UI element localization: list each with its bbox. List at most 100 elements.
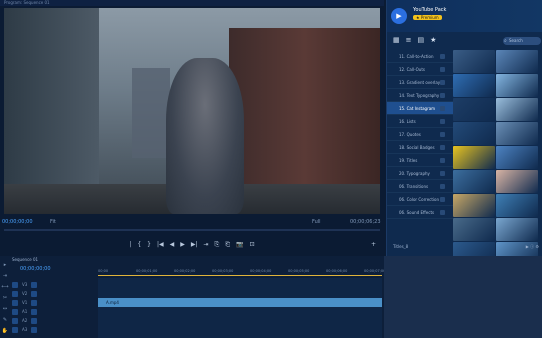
file-icon[interactable]: ▤	[418, 36, 425, 44]
lock-track-icon[interactable]	[12, 317, 18, 324]
track-area[interactable]: A.mp4	[98, 278, 382, 338]
toggle-output-icon[interactable]	[31, 326, 38, 333]
category-count-badge	[440, 145, 445, 150]
template-thumbnail[interactable]	[453, 146, 495, 169]
list-icon[interactable]: ≡	[406, 36, 412, 44]
track-select-icon[interactable]: ⇥	[3, 273, 7, 279]
timeline-panel: Sequence 01 00;00;00;00 00;00 00;00;01;00…	[0, 256, 542, 338]
playhead-timecode[interactable]: 00;00;00;00	[2, 217, 33, 227]
category-count-badge	[440, 93, 445, 98]
sequence-tab[interactable]: Sequence 01	[12, 257, 38, 262]
safe-margins-button[interactable]: ⊡	[250, 239, 255, 251]
step-back-button[interactable]: ◀	[170, 239, 175, 251]
mark-out-bracket-button[interactable]: }	[147, 239, 151, 251]
category-item[interactable]: 19. Titles	[387, 154, 453, 167]
category-item[interactable]: 06. Color Correction	[387, 193, 453, 206]
track-headers: V3 V2 V1 A1 A2 A3	[12, 280, 96, 338]
category-label: 20. Typography	[399, 171, 430, 176]
timeline-timecode[interactable]: 00;00;00;00	[20, 266, 51, 272]
zoom-fit-select[interactable]: Fit	[50, 217, 56, 227]
clip-label: A.mp4	[106, 300, 119, 305]
template-thumbnail[interactable]	[496, 170, 538, 193]
category-item[interactable]: 06. Sound Effects	[387, 206, 453, 219]
template-thumbnail[interactable]	[496, 218, 538, 241]
lock-track-icon[interactable]	[12, 281, 18, 288]
scrub-bar[interactable]	[4, 229, 380, 231]
toggle-output-icon[interactable]	[31, 317, 38, 324]
mark-in-button[interactable]: |	[129, 239, 131, 251]
export-frame-icon[interactable]: 📷	[236, 239, 243, 251]
search-input[interactable]: ⌕ Search	[503, 37, 541, 45]
category-item[interactable]: 15. Cat Instagram	[387, 102, 453, 115]
go-to-in-button[interactable]: |◀	[157, 239, 164, 251]
category-item[interactable]: 18. Social Badges	[387, 141, 453, 154]
time-ruler[interactable]: 00;00 00;00;01;00 00;00;02;00 00;00;03;00 00…	[98, 268, 385, 276]
lock-track-icon[interactable]	[12, 308, 18, 315]
playback-quality-select[interactable]: Full	[312, 217, 321, 227]
category-item[interactable]: 12. Call-Outs	[387, 63, 453, 76]
play-icon[interactable]: ▶	[526, 244, 529, 249]
ruler-tick-label: 00;00;05;00	[288, 269, 310, 273]
category-label: 15. Cat Instagram	[399, 106, 436, 111]
ripple-edit-icon[interactable]: ⟷	[1, 284, 8, 290]
panel-footer: Titles_8 ▶ ⓘ ⚙	[387, 242, 542, 252]
category-item[interactable]: 17. Quotes	[387, 128, 453, 141]
template-thumbnail[interactable]	[496, 74, 538, 97]
panel-header: ▶ YouTube Pack ★ Premium	[387, 0, 542, 32]
add-button[interactable]: +	[371, 239, 376, 251]
template-thumbnail[interactable]	[453, 122, 495, 145]
template-thumbnail[interactable]	[496, 146, 538, 169]
hand-tool-icon[interactable]: ✋	[2, 328, 8, 334]
template-thumbnail[interactable]	[453, 194, 495, 217]
category-label: 16. Lists	[399, 119, 416, 124]
category-item[interactable]: 13. Gradient overlays	[387, 76, 453, 89]
category-item[interactable]: 11. Call-to-Action	[387, 50, 453, 63]
slip-tool-icon[interactable]: ↔	[3, 306, 7, 312]
monitor-title: Program: Sequence 01	[4, 0, 50, 5]
template-thumbnail[interactable]	[496, 122, 538, 145]
info-icon[interactable]: ⓘ	[530, 244, 534, 249]
template-thumbnail[interactable]	[453, 98, 495, 121]
template-thumbnail[interactable]	[496, 194, 538, 217]
template-thumbnail[interactable]	[453, 170, 495, 193]
star-icon[interactable]: ★	[430, 36, 436, 44]
search-icon: ⌕	[504, 38, 507, 44]
toggle-output-icon[interactable]	[31, 299, 38, 306]
toggle-output-icon[interactable]	[31, 308, 38, 315]
toggle-output-icon[interactable]	[31, 290, 38, 297]
grid-icon[interactable]: ▦	[393, 36, 400, 44]
step-forward-button[interactable]: ▶|	[191, 239, 198, 251]
lock-track-icon[interactable]	[12, 326, 18, 333]
lift-button[interactable]: ⎘	[215, 239, 220, 251]
template-thumbnail[interactable]	[453, 74, 495, 97]
extract-button[interactable]: ⎗	[225, 239, 230, 251]
template-thumbnail[interactable]	[496, 50, 538, 73]
video-frame	[4, 8, 380, 214]
video-clip[interactable]: A.mp4	[98, 298, 382, 307]
pen-tool-icon[interactable]: ✎	[3, 317, 7, 323]
category-item[interactable]: 16. Lists	[387, 115, 453, 128]
razor-tool-icon[interactable]: ✂	[3, 295, 7, 301]
duration-timecode: 00;00;06;23	[350, 219, 381, 225]
template-thumbnail[interactable]	[453, 50, 495, 73]
template-thumbnail[interactable]	[496, 98, 538, 121]
toggle-output-icon[interactable]	[31, 281, 38, 288]
category-label: 06. Color Correction	[399, 197, 440, 202]
program-monitor[interactable]	[4, 8, 380, 214]
monitor-controls-bar: 00;00;00;00 Fit Full 00;00;06;23	[0, 217, 384, 227]
lock-track-icon[interactable]	[12, 299, 18, 306]
lock-track-icon[interactable]	[12, 290, 18, 297]
settings-icon[interactable]: ⚙	[535, 244, 539, 249]
play-button[interactable]: ▶	[180, 239, 185, 251]
mark-in-bracket-button[interactable]: {	[137, 239, 141, 251]
category-item[interactable]: 20. Typography	[387, 167, 453, 180]
go-to-out-button[interactable]: ⇥	[204, 239, 209, 251]
category-item[interactable]: 14. Text Typography	[387, 89, 453, 102]
footer-file-label: Titles_8	[393, 244, 409, 249]
selection-tool-icon[interactable]: ▸	[4, 262, 7, 268]
category-item[interactable]: 06. Transitions	[387, 180, 453, 193]
audio-meters-area	[384, 256, 542, 338]
category-count-badge	[440, 119, 445, 124]
template-thumbnail[interactable]	[453, 218, 495, 241]
ruler-tick-label: 00;00;03;00	[212, 269, 234, 273]
